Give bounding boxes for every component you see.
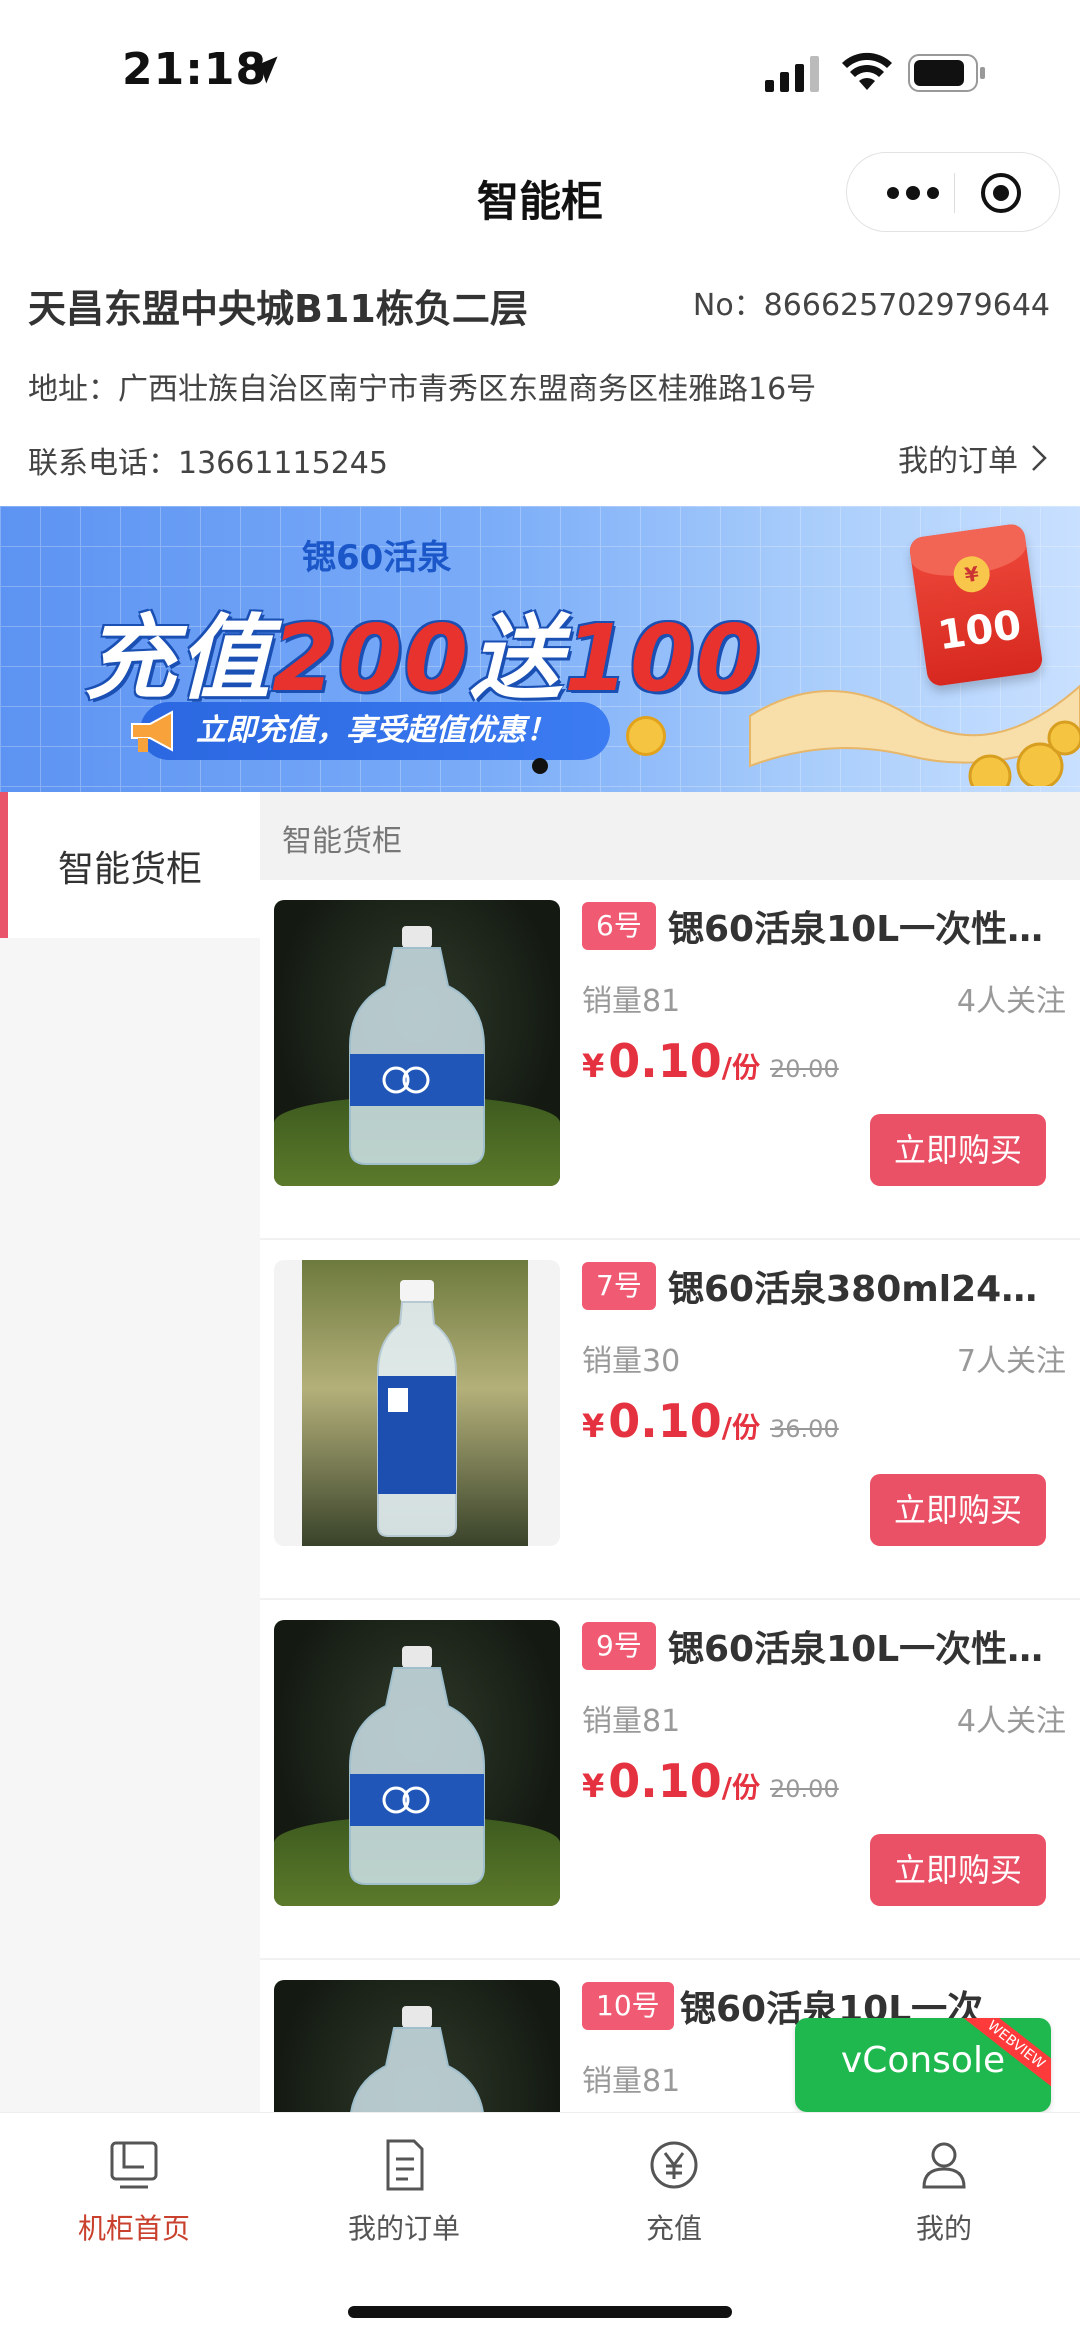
battery-icon (908, 54, 985, 92)
slot-badge: 7号 (582, 1262, 656, 1310)
tab-label: 充值 (645, 2212, 702, 2245)
store-name: 天昌东盟中央城B11栋负二层 (28, 287, 528, 331)
cabinet-number: No：866625702979644 (692, 288, 1050, 323)
tab-label: 我的 (915, 2212, 972, 2245)
cellular-signal-icon (765, 56, 819, 92)
product-item[interactable]: 6号 锶60活泉10L一次性… 销量81 4人关注 ¥0.10/份 20.00 立… (260, 880, 1080, 1240)
original-price: 20.00 (770, 1775, 839, 1803)
product-image[interactable] (274, 1980, 560, 2112)
buy-now-button[interactable]: 立即购买 (870, 1474, 1046, 1546)
section-header: 智能货柜 (260, 792, 1080, 880)
tab-label: 机柜首页 (77, 2212, 190, 2245)
price-value: 0.10 (608, 1034, 722, 1088)
follower-count: 7人关注 (956, 1344, 1066, 1379)
home-indicator[interactable] (348, 2306, 732, 2318)
buy-now-button[interactable]: 立即购买 (870, 1114, 1046, 1186)
product-image[interactable] (274, 1260, 560, 1546)
water-jug-icon (349, 1646, 485, 1885)
sales-count: 销量81 (582, 2064, 681, 2099)
status-bar: 21:18 (0, 0, 1080, 140)
banner-headline-a: 充值 (84, 605, 273, 712)
tab-label: 我的订单 (347, 2212, 460, 2245)
yen-circle-icon (650, 2141, 698, 2189)
coin-icon (626, 716, 666, 756)
currency-symbol: ¥ (582, 1767, 605, 1805)
close-miniprogram-icon[interactable] (979, 171, 1023, 215)
navigation-bar: 智能柜 (0, 140, 1080, 250)
sales-count: 销量30 (582, 1344, 681, 1379)
currency-symbol: ¥ (582, 1407, 605, 1445)
store-phone[interactable]: 联系电话：13661115245 (28, 438, 388, 482)
price-unit: /份 (721, 1051, 760, 1084)
water-jug-icon (349, 926, 485, 1165)
follower-count: 4人关注 (956, 984, 1066, 1019)
tab-recharge[interactable]: 充值 (574, 2137, 774, 2247)
banner-subline: 立即充值，享受超值优惠！ (140, 702, 610, 760)
section-title: 智能货柜 (282, 824, 402, 859)
banner-headline-c: 送 (470, 605, 565, 712)
sales-count: 销量81 (582, 984, 681, 1019)
product-item[interactable]: 9号 锶60活泉10L一次性… 销量81 4人关注 ¥0.10/份 20.00 立… (260, 1600, 1080, 1960)
tab-cabinet-home[interactable]: 机柜首页 (34, 2137, 234, 2247)
location-arrow-icon (250, 56, 278, 84)
price-unit: /份 (721, 1771, 760, 1804)
slot-badge: 10号 (582, 1982, 674, 2030)
banner-headline: 充值200送100 (84, 584, 762, 717)
price-value: 0.10 (608, 1394, 722, 1448)
chevron-right-icon (1032, 445, 1047, 471)
banner-brand: 锶60活泉 (302, 538, 452, 578)
price: ¥0.10/份 20.00 (582, 1754, 839, 1808)
category-sidebar: 智能货柜 (0, 792, 260, 2112)
sidebar-item-smart-cabinet[interactable]: 智能货柜 (0, 792, 260, 938)
store-address: 地址：广西壮族自治区南宁市青秀区东盟商务区桂雅路16号 (28, 372, 817, 407)
tab-my-orders[interactable]: 我的订单 (304, 2137, 504, 2247)
megaphone-icon (131, 710, 173, 752)
product-image[interactable] (274, 900, 560, 1186)
price: ¥0.10/份 20.00 (582, 1034, 839, 1088)
carousel-indicator[interactable] (532, 758, 548, 774)
slot-badge: 6号 (582, 902, 656, 950)
cabinet-icon (110, 2141, 158, 2189)
product-name: 锶60活泉380ml24… (668, 1269, 1038, 1310)
price-unit: /份 (721, 1411, 760, 1444)
capsule-divider (954, 173, 955, 213)
original-price: 36.00 (770, 1415, 839, 1443)
my-orders-label: 我的订单 (898, 444, 1018, 479)
more-icon[interactable] (875, 153, 951, 233)
promo-banner[interactable]: 锶60活泉 充值200送100 立即充值，享受超值优惠！ ¥ 100 (0, 506, 1080, 792)
product-image[interactable] (274, 1620, 560, 1906)
profile-icon (922, 2142, 966, 2189)
water-bottle-icon (377, 1280, 457, 1537)
product-name: 锶60活泉10L一次性… (668, 909, 1044, 950)
my-orders-link[interactable]: 我的订单 (898, 436, 1050, 480)
price: ¥0.10/份 36.00 (582, 1394, 839, 1448)
banner-headline-d: 100 (564, 605, 763, 712)
water-jug-icon (350, 2006, 484, 2112)
original-price: 20.00 (770, 1055, 839, 1083)
banner-headline-b: 200 (272, 605, 471, 712)
wifi-icon (842, 52, 892, 90)
sidebar-item-label: 智能货柜 (57, 849, 202, 890)
red-packet-icon: ¥ 100 (908, 522, 1044, 688)
sales-count: 销量81 (582, 1704, 681, 1739)
product-name: 锶60活泉10L一次性… (668, 1629, 1044, 1670)
follower-count: 4人关注 (956, 1704, 1066, 1739)
product-item[interactable]: 7号 锶60活泉380ml24… 销量30 7人关注 ¥0.10/份 36.00 … (260, 1240, 1080, 1600)
currency-symbol: ¥ (582, 1047, 605, 1085)
red-packet-amount: 100 (935, 602, 1025, 660)
buy-now-button[interactable]: 立即购买 (870, 1834, 1046, 1906)
order-icon (386, 2139, 424, 2191)
tab-profile[interactable]: 我的 (844, 2137, 1044, 2247)
slot-badge: 9号 (582, 1622, 656, 1670)
vconsole-button[interactable]: vConsole WEBVIEW (795, 2018, 1051, 2112)
product-list[interactable]: 6号 锶60活泉10L一次性… 销量81 4人关注 ¥0.10/份 20.00 立… (260, 880, 1080, 2112)
miniprogram-capsule (846, 152, 1060, 232)
price-value: 0.10 (608, 1754, 722, 1808)
